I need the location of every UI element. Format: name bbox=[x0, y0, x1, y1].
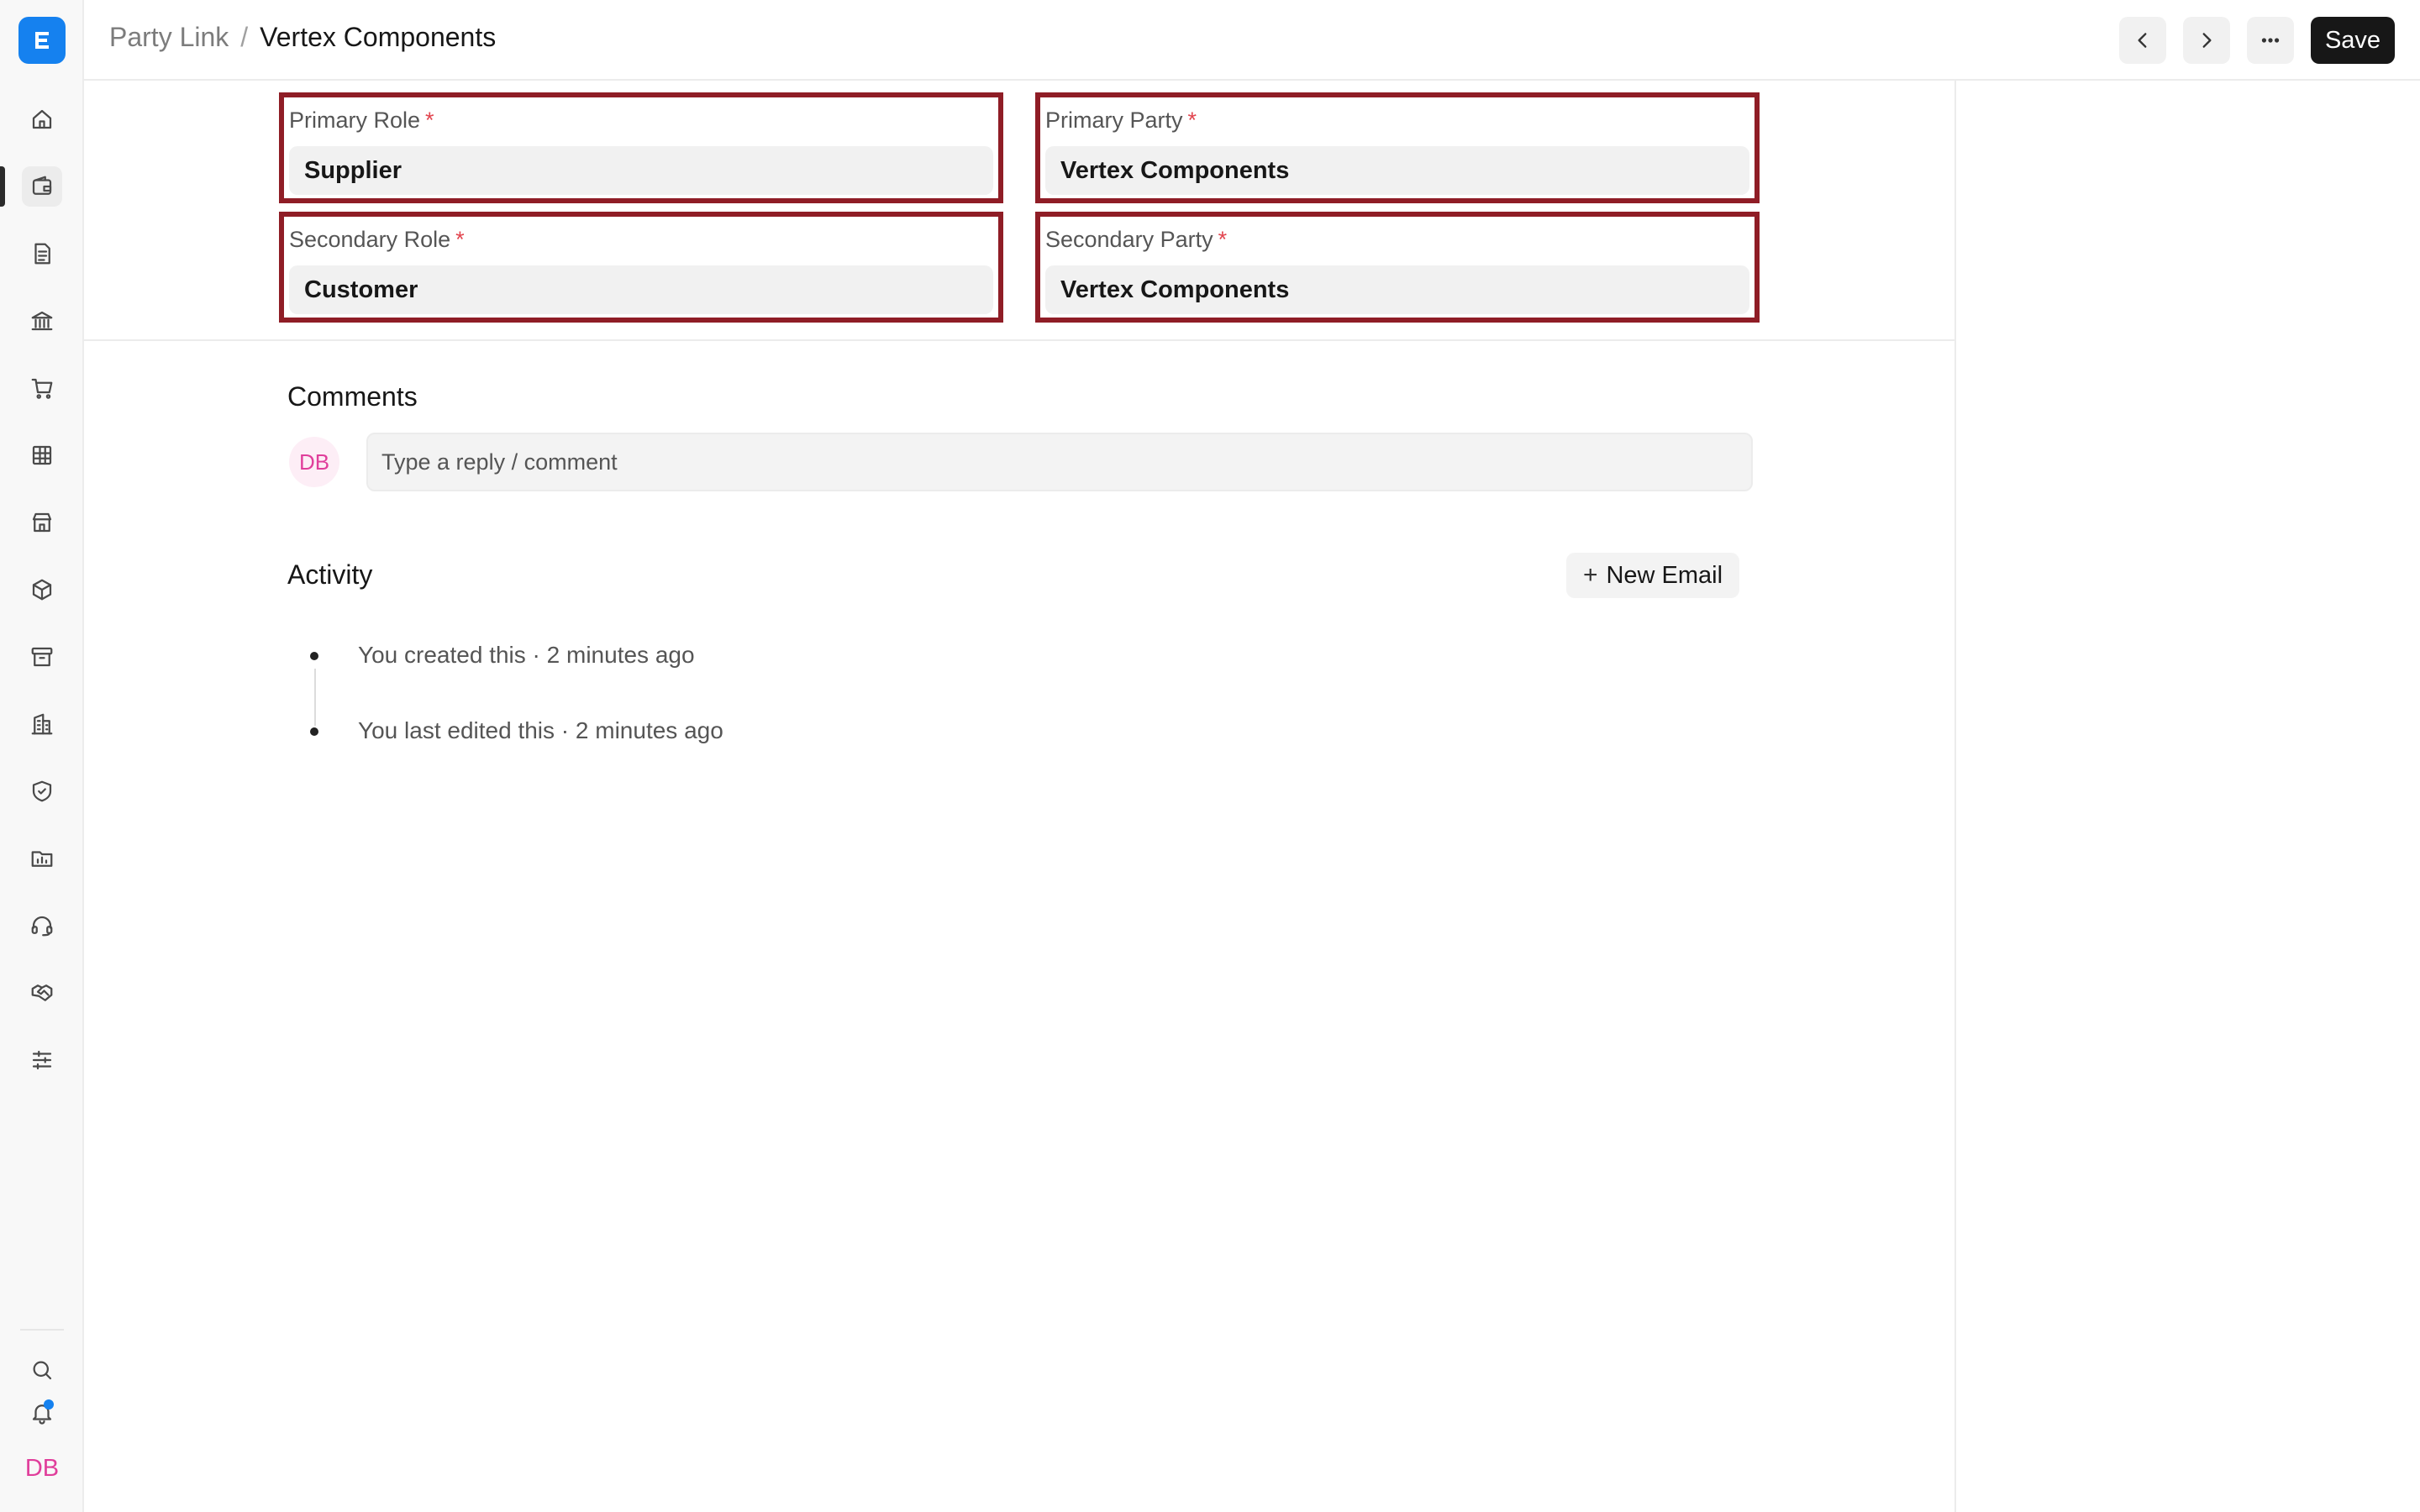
timeline-dot bbox=[310, 727, 318, 736]
notification-dot bbox=[44, 1399, 54, 1410]
active-indicator bbox=[0, 166, 5, 207]
secondary-role-input[interactable]: Customer bbox=[289, 265, 993, 314]
activity-title: Activity bbox=[287, 559, 373, 590]
primary-role-input[interactable]: Supplier bbox=[289, 146, 993, 195]
shield-check-icon[interactable] bbox=[22, 771, 62, 811]
sidebar-panel-divider bbox=[1954, 81, 1956, 1512]
primary-role-label: Primary Role * bbox=[289, 108, 434, 133]
app-logo-icon[interactable] bbox=[18, 17, 66, 64]
user-avatar[interactable]: DB bbox=[18, 1450, 66, 1487]
next-button[interactable] bbox=[2183, 17, 2230, 64]
primary-party-input[interactable]: Vertex Components bbox=[1045, 146, 1749, 195]
activity-timeline-line bbox=[314, 669, 316, 726]
activity-item: You created this · 2 minutes ago bbox=[358, 642, 695, 668]
handshake-icon[interactable] bbox=[22, 973, 62, 1013]
primary-party-field: Primary Party * Vertex Components bbox=[1035, 92, 1760, 203]
package-icon[interactable] bbox=[22, 570, 62, 610]
secondary-party-label: Secondary Party * bbox=[1045, 227, 1228, 252]
chevron-left-icon bbox=[2138, 33, 2147, 48]
sidebar-divider bbox=[20, 1329, 64, 1331]
required-marker: * bbox=[455, 227, 465, 252]
breadcrumb-parent-link[interactable]: Party Link bbox=[109, 22, 229, 53]
comment-input-placeholder: Type a reply / comment bbox=[381, 449, 618, 475]
more-actions-button[interactable] bbox=[2247, 17, 2294, 64]
required-marker: * bbox=[1187, 108, 1197, 133]
required-marker: * bbox=[1218, 227, 1228, 252]
previous-button[interactable] bbox=[2119, 17, 2166, 64]
secondary-party-input[interactable]: Vertex Components bbox=[1045, 265, 1749, 314]
comment-input[interactable]: Type a reply / comment bbox=[366, 433, 1753, 491]
headset-icon[interactable] bbox=[22, 906, 62, 946]
search-icon[interactable] bbox=[22, 1350, 62, 1390]
page-header: Party Link / Vertex Components Save bbox=[84, 0, 2420, 81]
plus-icon: + bbox=[1582, 561, 1598, 589]
chevron-right-icon bbox=[2202, 33, 2212, 48]
page-title: Vertex Components bbox=[260, 22, 497, 52]
comments-title: Comments bbox=[287, 381, 418, 412]
comment-avatar: DB bbox=[289, 437, 339, 487]
file-text-icon[interactable] bbox=[22, 234, 62, 274]
form-section-divider bbox=[84, 339, 1954, 341]
sidebar: DB bbox=[0, 0, 84, 1512]
shopping-cart-icon[interactable] bbox=[22, 368, 62, 408]
building-icon[interactable] bbox=[22, 704, 62, 744]
breadcrumb-separator: / bbox=[240, 22, 249, 52]
home-icon[interactable] bbox=[22, 99, 62, 139]
secondary-role-label: Secondary Role * bbox=[289, 227, 465, 252]
timeline-dot bbox=[310, 652, 318, 660]
more-horizontal-icon bbox=[2261, 38, 2280, 43]
primary-role-field: Primary Role * Supplier bbox=[279, 92, 1003, 203]
folder-chart-icon[interactable] bbox=[22, 838, 62, 879]
new-email-label: New Email bbox=[1606, 561, 1723, 589]
archive-icon[interactable] bbox=[22, 637, 62, 677]
required-marker: * bbox=[425, 108, 434, 133]
secondary-role-field: Secondary Role * Customer bbox=[279, 212, 1003, 323]
bank-icon[interactable] bbox=[22, 301, 62, 341]
store-icon[interactable] bbox=[22, 502, 62, 543]
breadcrumb: Party Link / Vertex Components bbox=[109, 22, 496, 53]
save-button[interactable]: Save bbox=[2311, 17, 2395, 64]
table-icon[interactable] bbox=[22, 435, 62, 475]
secondary-party-field: Secondary Party * Vertex Components bbox=[1035, 212, 1760, 323]
sliders-icon[interactable] bbox=[22, 1040, 62, 1080]
wallet-icon[interactable] bbox=[22, 166, 62, 207]
bell-icon[interactable] bbox=[22, 1393, 62, 1433]
new-email-button[interactable]: + New Email bbox=[1566, 553, 1739, 598]
activity-item: You last edited this · 2 minutes ago bbox=[358, 717, 723, 743]
primary-party-label: Primary Party * bbox=[1045, 108, 1197, 133]
